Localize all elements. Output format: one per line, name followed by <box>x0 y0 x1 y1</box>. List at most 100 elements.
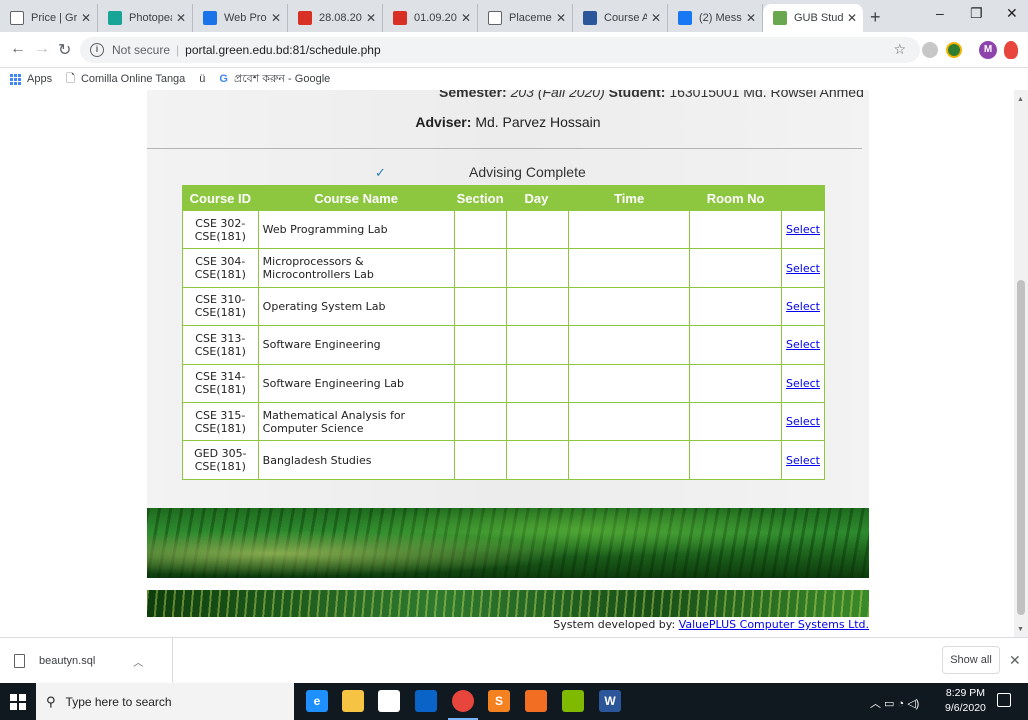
apps-grid-icon <box>10 73 21 85</box>
opera-extension-icon[interactable] <box>1004 41 1018 59</box>
time-cell <box>568 286 691 327</box>
course-id-text: CSE(181) <box>194 460 246 474</box>
browser-tab[interactable]: Web Progra ✕ <box>193 4 288 32</box>
url-text[interactable]: portal.green.edu.bd:81/schedule.php <box>185 43 381 57</box>
store-taskbar-icon[interactable] <box>378 690 400 712</box>
file-explorer-taskbar-icon[interactable] <box>342 690 364 712</box>
table-header-row: Course ID Course Name Section Day Time R… <box>182 185 825 211</box>
room-cell <box>689 440 783 480</box>
browser-toolbar: ← → ↻ i Not secure | portal.green.edu.bd… <box>0 32 1028 68</box>
section-cell <box>453 363 507 403</box>
select-cell: Select <box>781 325 825 365</box>
extension-globe-icon[interactable] <box>946 42 962 58</box>
select-course-link[interactable]: Select <box>786 262 820 275</box>
minimize-button[interactable]: – <box>936 5 944 21</box>
facebook-icon <box>678 11 692 25</box>
course-name-cell: Operating System Lab <box>257 286 455 327</box>
browser-tab[interactable]: Photopea | ✕ <box>98 4 193 32</box>
xampp-taskbar-icon[interactable] <box>525 690 547 712</box>
info-icon[interactable]: i <box>90 43 104 57</box>
close-tab-icon[interactable]: ✕ <box>461 11 471 25</box>
bookmark-apps[interactable]: Apps <box>10 73 52 85</box>
close-tab-icon[interactable]: ✕ <box>746 11 756 25</box>
close-tab-icon[interactable]: ✕ <box>81 11 91 25</box>
close-tab-icon[interactable]: ✕ <box>556 11 566 25</box>
close-download-bar-icon[interactable]: ✕ <box>1009 652 1021 669</box>
select-course-link[interactable]: Select <box>786 223 820 236</box>
table-row: CSE 304- CSE(181) Microprocessors & Microc… <box>182 248 825 288</box>
course-id-text: CSE(181) <box>194 229 246 243</box>
extension-icon[interactable] <box>922 42 938 58</box>
edge-taskbar-icon[interactable]: e <box>306 690 328 712</box>
browser-tab[interactable]: GUB Studer ✕ <box>763 4 863 32</box>
maximize-button[interactable]: ❐ <box>970 5 983 22</box>
select-course-link[interactable]: Select <box>786 415 820 428</box>
student-label: Student: <box>608 90 666 100</box>
section-cell <box>453 325 507 365</box>
profile-avatar[interactable]: M <box>979 41 997 59</box>
section-cell <box>453 286 507 327</box>
back-arrow-icon[interactable]: ← <box>10 40 26 58</box>
git-taskbar-icon[interactable] <box>562 690 584 712</box>
bookmark-google[interactable]: G প্রবেশ করুন - Google <box>219 70 330 89</box>
column-header: Time <box>568 185 691 211</box>
show-all-button[interactable]: Show all <box>942 646 1000 674</box>
status-text: Advising Complete <box>469 164 586 180</box>
close-window-button[interactable]: ✕ <box>1006 5 1018 22</box>
select-course-link[interactable]: Select <box>786 454 820 467</box>
browser-tab[interactable]: 28.08.2020 ✕ <box>288 4 383 32</box>
browser-tab[interactable]: 01.09.2020 ✕ <box>383 4 478 32</box>
chrome-taskbar-icon[interactable] <box>448 690 478 720</box>
close-tab-icon[interactable]: ✕ <box>366 11 376 25</box>
download-bar: beautyn.sql ︿ Show all ✕ <box>0 637 1028 684</box>
close-tab-icon[interactable]: ✕ <box>176 11 186 25</box>
section-cell <box>453 209 507 250</box>
day-cell <box>505 363 570 403</box>
scroll-thumb[interactable] <box>1017 280 1025 615</box>
new-tab-button[interactable]: + <box>870 7 881 28</box>
course-id-cell: CSE 314- CSE(181) <box>182 363 259 403</box>
bookmark-label: ü <box>199 73 206 85</box>
select-cell: Select <box>781 363 825 403</box>
column-header: Room No <box>689 185 783 211</box>
address-bar[interactable]: i Not secure | portal.green.edu.bd:81/sc… <box>80 37 920 63</box>
download-item[interactable]: beautyn.sql ︿ <box>0 638 173 684</box>
select-course-link[interactable]: Select <box>786 377 820 390</box>
reload-icon[interactable]: ↻ <box>58 40 71 60</box>
table-row: GED 305- CSE(181) Bangladesh Studies Select <box>182 440 825 480</box>
select-course-link[interactable]: Select <box>786 338 820 351</box>
taskbar-search-box[interactable]: ⚲ Type here to search <box>36 683 294 720</box>
browser-tab[interactable]: Placement ✕ <box>478 4 573 32</box>
forward-arrow-icon[interactable]: → <box>34 40 50 58</box>
bookmark-u[interactable]: ü <box>199 73 205 85</box>
bookmark-label: Comilla Online Tanga <box>80 73 186 85</box>
close-tab-icon[interactable]: ✕ <box>651 11 661 25</box>
browser-tab[interactable]: (2) Messen ✕ <box>668 4 763 32</box>
course-id-cell: CSE 302- CSE(181) <box>182 209 259 250</box>
browser-tab[interactable]: Price | Groß ✕ <box>0 4 98 32</box>
browser-tab[interactable]: Course Ass ✕ <box>573 4 668 32</box>
notification-icon[interactable] <box>997 693 1011 707</box>
select-course-link[interactable]: Select <box>786 300 820 313</box>
mail-taskbar-icon[interactable] <box>415 690 437 712</box>
bookmark-star-icon[interactable]: ☆ <box>893 41 906 58</box>
word-taskbar-icon[interactable]: W <box>599 690 621 712</box>
page-scrollbar[interactable]: ▲ ▼ <box>1014 90 1028 637</box>
close-tab-icon[interactable]: ✕ <box>271 11 281 25</box>
sublime-taskbar-icon[interactable]: S <box>488 690 510 712</box>
scroll-up-arrow-icon[interactable]: ▲ <box>1017 96 1024 103</box>
windows-start-icon[interactable] <box>10 694 26 710</box>
bookmark-comilla[interactable]: 🗋 Comilla Online Tanga <box>66 70 185 89</box>
search-icon: ⚲ <box>46 693 56 709</box>
chevron-up-icon[interactable]: ︿ <box>133 654 143 669</box>
system-tray-icons[interactable]: ︿ ▭ ◔ ◁) <box>870 695 919 711</box>
scroll-down-arrow-icon[interactable]: ▼ <box>1017 626 1024 633</box>
course-id-cell: CSE 310- CSE(181) <box>182 286 259 327</box>
close-tab-icon[interactable]: ✕ <box>847 11 857 25</box>
developer-link[interactable]: ValuePLUS Computer Systems Ltd. <box>679 618 869 631</box>
select-cell: Select <box>781 401 825 442</box>
system-clock[interactable]: 8:29 PM 9/6/2020 <box>945 686 986 716</box>
course-id-text: CSE(181) <box>194 268 246 282</box>
room-cell <box>689 209 783 250</box>
room-cell <box>689 401 783 442</box>
